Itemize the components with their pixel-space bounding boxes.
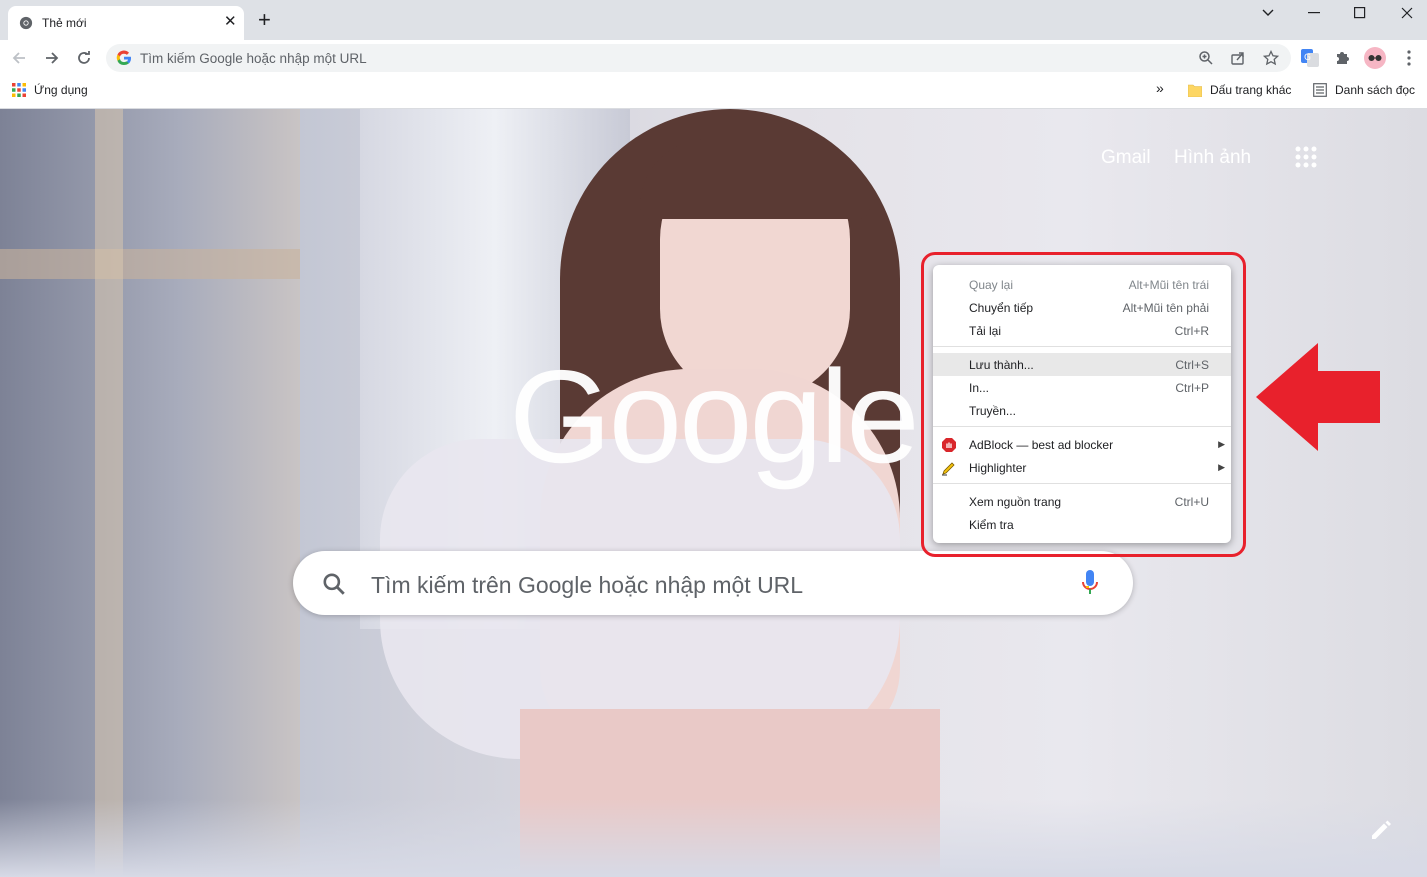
profile-glasses-icon [1368, 55, 1382, 61]
profile-avatar[interactable] [1364, 47, 1386, 69]
menu-item-cast[interactable]: Truyền... [933, 399, 1231, 422]
close-window-icon[interactable] [1387, 0, 1427, 26]
bookmark-other-folder[interactable]: Dấu trang khác [1188, 83, 1291, 97]
apps-grid-icon [12, 83, 26, 97]
folder-icon [1188, 84, 1202, 97]
tab-new-tab[interactable]: Thẻ mới ✕ [8, 6, 244, 40]
menu-item-print[interactable]: In... Ctrl+P [933, 376, 1231, 399]
tab-close-icon[interactable]: ✕ [224, 14, 237, 30]
bookmark-apps[interactable]: Ứng dụng [12, 83, 88, 97]
toolbar: Tìm kiếm Google hoặc nhập một URL G [0, 40, 1427, 76]
reload-icon [78, 51, 90, 64]
submenu-arrow-icon: ▶ [1218, 462, 1225, 472]
extensions-puzzle-icon[interactable] [1333, 48, 1353, 68]
google-logo: Google [509, 343, 920, 490]
google-apps-icon[interactable] [1294, 145, 1318, 169]
new-tab-button[interactable]: + [258, 9, 271, 31]
menu-item-inspect[interactable]: Kiểm tra [933, 513, 1231, 536]
microphone-icon[interactable] [1080, 568, 1100, 598]
back-arrow-icon [12, 52, 25, 64]
reload-button[interactable] [74, 48, 94, 68]
tab-search-icon[interactable] [1248, 0, 1288, 26]
bookmark-star-icon[interactable] [1263, 50, 1279, 66]
back-button[interactable] [9, 48, 29, 68]
bookmarks-bar: Ứng dụng » Dấu trang khác Danh sách đọc [0, 76, 1427, 109]
minimize-icon[interactable] [1294, 0, 1334, 26]
gmail-link[interactable]: Gmail [1101, 147, 1151, 169]
tab-title: Thẻ mới [42, 16, 87, 30]
context-menu: Quay lại Alt+Mũi tên trái Chuyển tiếp Al… [933, 265, 1231, 543]
menu-separator [933, 483, 1231, 484]
kebab-menu-icon[interactable] [1399, 48, 1419, 68]
images-link[interactable]: Hình ảnh [1174, 147, 1251, 169]
customize-pencil-icon[interactable] [1369, 818, 1393, 842]
svg-text:G: G [1304, 53, 1311, 63]
annotation-arrow-icon [1256, 343, 1380, 451]
google-g-icon [116, 50, 132, 66]
bookmark-apps-label: Ứng dụng [34, 83, 88, 97]
reading-list-label: Danh sách đọc [1335, 83, 1416, 97]
omnibox[interactable]: Tìm kiếm Google hoặc nhập một URL [106, 44, 1291, 72]
menu-item-save-as[interactable]: Lưu thành... Ctrl+S [933, 353, 1231, 376]
share-icon[interactable] [1230, 50, 1246, 66]
search-icon [323, 573, 345, 595]
menu-item-view-source[interactable]: Xem nguồn trang Ctrl+U [933, 490, 1231, 513]
bookmarks-overflow-button[interactable]: » [1156, 80, 1164, 96]
forward-button[interactable] [42, 48, 62, 68]
menu-separator [933, 426, 1231, 427]
menu-item-back[interactable]: Quay lại Alt+Mũi tên trái [933, 273, 1231, 296]
adblock-icon [942, 438, 956, 452]
bookmark-other-label: Dấu trang khác [1210, 83, 1292, 97]
maximize-icon[interactable] [1340, 0, 1380, 26]
tab-strip: Thẻ mới ✕ + [0, 0, 1427, 40]
menu-item-highlighter[interactable]: Highlighter ▶ [933, 456, 1231, 479]
menu-item-reload[interactable]: Tải lại Ctrl+R [933, 319, 1231, 342]
zoom-icon[interactable] [1198, 50, 1214, 66]
omnibox-placeholder: Tìm kiếm Google hoặc nhập một URL [140, 51, 367, 66]
chrome-icon [19, 16, 33, 30]
submenu-arrow-icon: ▶ [1218, 439, 1225, 449]
google-translate-icon[interactable]: G [1300, 48, 1320, 68]
menu-separator [933, 346, 1231, 347]
menu-item-forward[interactable]: Chuyển tiếp Alt+Mũi tên phải [933, 296, 1231, 319]
menu-item-adblock[interactable]: AdBlock — best ad blocker ▶ [933, 433, 1231, 456]
ntp-search-box[interactable]: Tìm kiếm trên Google hoặc nhập một URL [293, 551, 1133, 615]
forward-arrow-icon [46, 52, 59, 64]
highlighter-icon [942, 462, 955, 476]
reading-list-button[interactable]: Danh sách đọc [1313, 83, 1415, 97]
ntp-search-placeholder: Tìm kiếm trên Google hoặc nhập một URL [371, 572, 804, 598]
reading-list-icon [1313, 83, 1327, 97]
